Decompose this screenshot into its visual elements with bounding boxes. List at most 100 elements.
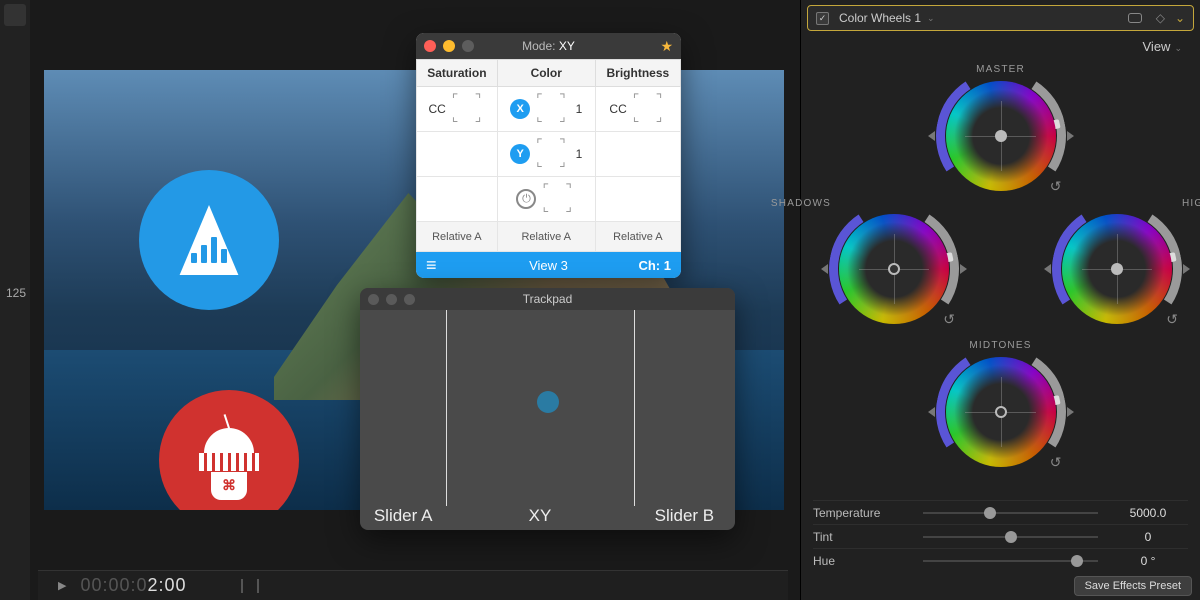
col-brightness[interactable]: Brightness: [595, 60, 680, 87]
arc-handle-icon[interactable]: [1044, 264, 1051, 274]
mode-window: Mode: XY ★ Saturation Color Brightness C…: [416, 33, 681, 278]
wheel-knob[interactable]: [995, 130, 1007, 142]
wheel-highlights: HIGHLIGHTS ↺: [1062, 200, 1172, 329]
tool-button[interactable]: [4, 4, 26, 26]
arc-handle-icon[interactable]: [1183, 264, 1190, 274]
y-chip-icon: Y: [510, 144, 530, 164]
reset-icon[interactable]: ↺: [1050, 454, 1062, 471]
wheel-midtones: MIDTONES ↺: [946, 340, 1056, 472]
effect-header[interactable]: ✓ Color Wheels 1 ⌄ ◇ ⌄: [807, 5, 1194, 31]
param-hue: Hue 0 °: [813, 548, 1188, 572]
view-menu[interactable]: View⌄: [801, 31, 1200, 58]
timecode[interactable]: 00:00:02:00: [80, 575, 186, 597]
wheel-knob[interactable]: [995, 406, 1007, 418]
trackpad-surface[interactable]: Slider A XY Slider B: [360, 310, 735, 530]
arc-handle-icon[interactable]: [928, 131, 935, 141]
effect-enable-checkbox[interactable]: ✓: [816, 12, 829, 25]
save-preset-row: Save Effects Preset: [1074, 576, 1192, 596]
param-tint: Tint 0: [813, 524, 1188, 548]
trackpad-title: Trackpad: [360, 292, 735, 306]
x-chip-icon: X: [510, 99, 530, 119]
slider-a-label: Slider A: [360, 506, 446, 526]
reset-icon[interactable]: ↺: [1166, 311, 1178, 328]
reset-icon[interactable]: ↺: [1050, 178, 1062, 195]
trackpad-titlebar[interactable]: Trackpad: [360, 288, 735, 310]
arc-handle-icon[interactable]: [821, 264, 828, 274]
wheel-label: SHADOWS: [771, 198, 831, 209]
zoom-icon[interactable]: [462, 40, 474, 52]
bright-cc-cell[interactable]: CC⌜ ⌝⌞ ⌟: [595, 87, 680, 132]
param-label: Temperature: [813, 506, 913, 520]
param-slider[interactable]: [923, 560, 1098, 562]
sat-empty-cell-2: [417, 177, 498, 222]
color-wheel[interactable]: [839, 214, 949, 324]
marker-icon: [257, 579, 259, 593]
power-icon: ⏻: [516, 189, 536, 209]
sat-empty-cell: [417, 132, 498, 177]
color-wheel[interactable]: [946, 81, 1056, 191]
param-value[interactable]: 0 °: [1108, 554, 1188, 568]
param-slider[interactable]: [923, 536, 1098, 538]
transport-bar: ▶ 00:00:02:00: [38, 570, 788, 600]
color-wheel[interactable]: [1062, 214, 1172, 324]
color-y-cell[interactable]: Y⌜ ⌝⌞ ⌟1: [497, 132, 595, 177]
view-label[interactable]: View 3: [416, 258, 681, 273]
col-saturation[interactable]: Saturation: [417, 60, 498, 87]
effect-name[interactable]: Color Wheels 1: [839, 11, 921, 25]
wheel-knob[interactable]: [1111, 263, 1123, 275]
bright-empty-cell-2: [595, 177, 680, 222]
color-x-cell[interactable]: X⌜ ⌝⌞ ⌟1: [497, 87, 595, 132]
tower-icon: ⌘: [194, 420, 264, 500]
arc-handle-icon[interactable]: [1067, 131, 1074, 141]
trackpad-labels: Slider A XY Slider B: [360, 506, 735, 526]
command-glyph-icon: ⌘: [222, 477, 236, 494]
slider-b-label: Slider B: [634, 506, 735, 526]
arc-handle-icon[interactable]: [960, 264, 967, 274]
inspector-panel: ✓ Color Wheels 1 ⌄ ◇ ⌄ View⌄ MASTER ↺ SH…: [800, 0, 1200, 600]
midi-icon: [174, 205, 244, 275]
keyframe-icon[interactable]: ◇: [1156, 11, 1165, 25]
param-value[interactable]: 5000.0: [1108, 506, 1188, 520]
divider: [634, 310, 635, 506]
bright-mode[interactable]: Relative A: [595, 222, 680, 252]
param-value[interactable]: 0: [1108, 530, 1188, 544]
xy-label: XY: [446, 506, 634, 526]
close-icon[interactable]: [424, 40, 436, 52]
clip-count: 125: [0, 286, 30, 300]
bright-empty-cell: [595, 132, 680, 177]
param-label: Hue: [813, 554, 913, 568]
color-mode[interactable]: Relative A: [497, 222, 595, 252]
reset-icon[interactable]: ↺: [943, 311, 955, 328]
mode-footer: ≡ View 3 Ch: 1: [416, 252, 681, 278]
marker-icon: [241, 579, 243, 593]
chevron-down-icon[interactable]: ⌄: [1175, 11, 1185, 25]
mode-titlebar[interactable]: Mode: XY ★: [416, 33, 681, 59]
arc-handle-icon[interactable]: [1067, 407, 1074, 417]
divider: [446, 310, 447, 506]
color-wheel[interactable]: [946, 357, 1056, 467]
minimize-icon[interactable]: [443, 40, 455, 52]
param-slider[interactable]: [923, 512, 1098, 514]
play-icon[interactable]: ▶: [58, 579, 66, 592]
chevron-down-icon: ⌄: [1174, 43, 1182, 53]
wheel-shadows: SHADOWS ↺: [839, 200, 949, 329]
mask-icon[interactable]: [1128, 13, 1142, 23]
app-icon-midi[interactable]: [139, 170, 279, 310]
save-effects-preset-button[interactable]: Save Effects Preset: [1074, 576, 1192, 596]
xy-cursor[interactable]: [537, 391, 559, 413]
wheel-knob[interactable]: [888, 263, 900, 275]
traffic-lights[interactable]: [424, 40, 474, 52]
arc-handle-icon[interactable]: [928, 407, 935, 417]
left-toolbar: 125: [0, 0, 30, 600]
sat-cc-cell[interactable]: CC⌜ ⌝⌞ ⌟: [417, 87, 498, 132]
favorite-icon[interactable]: ★: [660, 38, 673, 55]
param-list: Temperature 5000.0 Tint 0 Hue 0 °: [813, 500, 1188, 572]
trackpad-window: Trackpad Slider A XY Slider B: [360, 288, 735, 530]
sat-mode[interactable]: Relative A: [417, 222, 498, 252]
chevron-down-icon[interactable]: ⌄: [927, 13, 935, 24]
param-label: Tint: [813, 530, 913, 544]
col-color[interactable]: Color: [497, 60, 595, 87]
wheel-master: MASTER ↺: [946, 64, 1056, 196]
wheel-label: HIGHLIGHTS: [1182, 198, 1200, 209]
color-power-cell[interactable]: ⏻⌜ ⌝⌞ ⌟: [497, 177, 595, 222]
